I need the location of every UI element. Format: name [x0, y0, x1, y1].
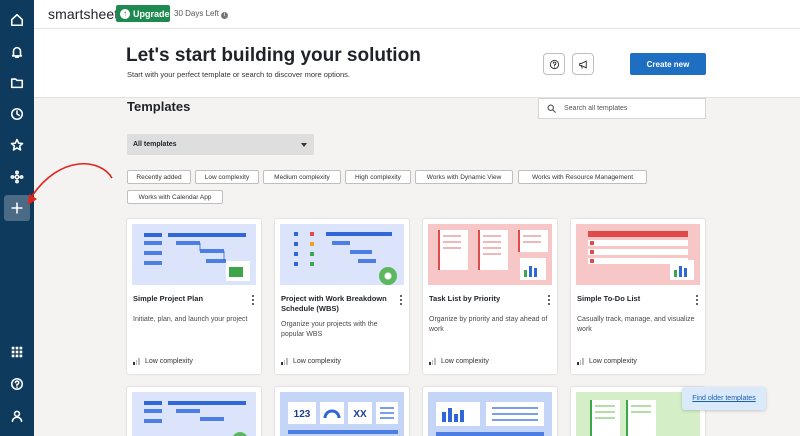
upgrade-button[interactable]: ↑ Upgrade: [116, 5, 170, 22]
template-card[interactable]: Simple Project Plan Initiate, plan, and …: [127, 219, 261, 374]
template-thumbnail: [132, 392, 256, 436]
arrow-up-icon: ↑: [120, 8, 130, 19]
template-filter-dropdown[interactable]: All templates: [127, 134, 314, 155]
upgrade-label: Upgrade: [133, 8, 170, 19]
card-title: Simple To-Do List: [577, 294, 641, 303]
star-icon[interactable]: [4, 132, 30, 158]
apps-grid-icon[interactable]: [4, 339, 30, 365]
more-options-icon[interactable]: [250, 294, 256, 306]
info-icon[interactable]: i: [220, 12, 228, 19]
page-header: Let's start building your solution Start…: [34, 28, 800, 98]
thumb-xx-text: XX: [353, 409, 367, 420]
thumb-number-text: 123: [294, 409, 311, 420]
card-description: Initiate, plan, and launch your project: [133, 316, 248, 323]
more-options-icon[interactable]: [694, 294, 700, 306]
create-new-button[interactable]: Create new: [630, 53, 706, 75]
question-icon[interactable]: [543, 53, 565, 75]
dropdown-selected-value: All templates: [133, 141, 177, 148]
template-search[interactable]: [538, 98, 706, 119]
template-thumbnail: [428, 224, 552, 285]
complexity-bars-icon: [281, 358, 288, 365]
search-input[interactable]: [564, 105, 694, 112]
complexity-bars-icon: [133, 358, 140, 365]
hub-icon[interactable]: [4, 164, 30, 190]
search-icon: [547, 104, 556, 113]
card-title: Simple Project Plan: [133, 294, 204, 303]
template-card[interactable]: Simple To-Do List Casually track, manage…: [571, 219, 705, 374]
page-subtitle: Start with your perfect template or sear…: [127, 70, 351, 79]
templates-heading: Templates: [127, 99, 191, 114]
chip-dynamic-view[interactable]: Works with Dynamic View: [415, 170, 513, 184]
plus-icon[interactable]: [4, 195, 30, 221]
caret-down-icon: [301, 142, 307, 147]
card-title: Task List by Priority: [429, 294, 501, 303]
template-card[interactable]: [423, 387, 557, 436]
chip-high-complexity[interactable]: High complexity: [345, 170, 411, 184]
more-options-icon[interactable]: [546, 294, 552, 306]
chip-calendar-app[interactable]: Works with Calendar App: [127, 190, 223, 204]
page-title: Let's start building your solution: [126, 45, 421, 66]
card-title: Project with Work Breakdown Schedule (WB…: [281, 294, 387, 313]
complexity-bars-icon: [577, 358, 584, 365]
template-card[interactable]: Project with Work Breakdown Schedule (WB…: [275, 219, 409, 374]
find-older-templates-link[interactable]: Find older templates: [682, 387, 766, 410]
card-description: Organize by priority and stay ahead of w…: [429, 316, 548, 333]
chip-medium-complexity[interactable]: Medium complexity: [263, 170, 341, 184]
more-options-icon[interactable]: [398, 294, 404, 306]
template-thumbnail: 123 XX: [280, 392, 404, 436]
template-card[interactable]: [127, 387, 261, 436]
trial-status: 30 Days Left i: [174, 9, 228, 19]
template-thumbnail: [280, 224, 404, 285]
complexity-label: Low complexity: [429, 358, 489, 365]
chip-low-complexity[interactable]: Low complexity: [195, 170, 259, 184]
home-icon[interactable]: [4, 7, 30, 33]
top-bar: smartsheet ↑ Upgrade 30 Days Left i: [34, 0, 800, 28]
app-logo[interactable]: smartsheet: [48, 6, 118, 22]
card-description: Organize your projects with the popular …: [281, 321, 378, 338]
folder-icon[interactable]: [4, 70, 30, 96]
complexity-label: Low complexity: [281, 358, 341, 365]
complexity-label: Low complexity: [133, 358, 193, 365]
megaphone-icon[interactable]: [572, 53, 594, 75]
template-card[interactable]: Task List by Priority Organize by priori…: [423, 219, 557, 374]
card-description: Casually track, manage, and visualize wo…: [577, 316, 695, 333]
template-thumbnail: [576, 224, 700, 285]
sidebar: [0, 0, 34, 436]
complexity-label: Low complexity: [577, 358, 637, 365]
chip-resource-management[interactable]: Works with Resource Management: [518, 170, 647, 184]
clock-icon[interactable]: [4, 101, 30, 127]
help-icon[interactable]: [4, 371, 30, 397]
bell-icon[interactable]: [4, 39, 30, 65]
template-thumbnail: [428, 392, 552, 436]
chip-recently-added[interactable]: Recently added: [127, 170, 191, 184]
trial-text: 30 Days Left: [174, 9, 219, 18]
template-card[interactable]: 123 XX: [275, 387, 409, 436]
complexity-bars-icon: [429, 358, 436, 365]
profile-icon[interactable]: [4, 403, 30, 429]
template-thumbnail: [132, 224, 256, 285]
